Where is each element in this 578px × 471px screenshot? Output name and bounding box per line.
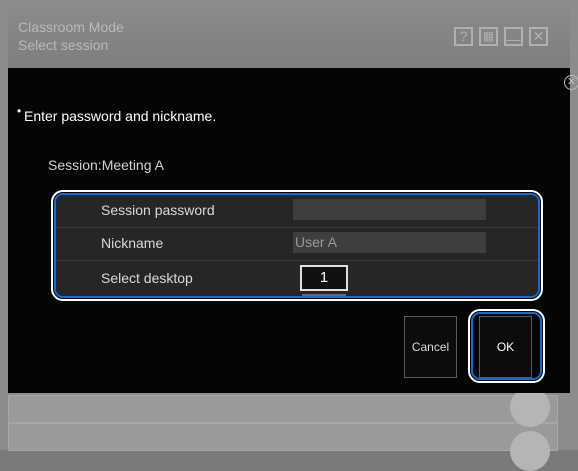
nickname-input[interactable]: User A: [293, 232, 486, 253]
minimize-icon[interactable]: —: [504, 27, 523, 47]
session-label: Session:Meeting A: [48, 157, 164, 173]
desktop-row: Select desktop 1: [56, 261, 538, 296]
cancel-button[interactable]: Cancel: [404, 316, 457, 378]
window-title: Classroom Mode: [18, 19, 124, 35]
instruction-text: • Enter password and nickname.: [17, 104, 217, 124]
password-input[interactable]: [293, 199, 486, 220]
ok-button[interactable]: OK: [479, 316, 532, 378]
session-fields-group: Session password Nickname User A Select …: [51, 190, 543, 301]
desktop-selector-tab: [302, 294, 346, 296]
nickname-label: Nickname: [101, 235, 164, 251]
dialog-close-icon[interactable]: ✕: [564, 75, 578, 90]
background-list: [8, 387, 570, 471]
desktop-label: Select desktop: [101, 270, 193, 286]
nickname-row: Nickname User A: [56, 228, 538, 261]
grid-icon[interactable]: ▦: [479, 27, 498, 46]
background-circle: [510, 431, 550, 471]
window-titlebar: Classroom Mode Select session ? ▦ — ✕: [8, 8, 570, 68]
window-subtitle: Select session: [18, 37, 109, 53]
password-row: Session password: [56, 195, 538, 228]
bullet-icon: •: [17, 104, 22, 118]
background-row: [8, 423, 558, 451]
desktop-selector[interactable]: 1: [300, 265, 348, 291]
background-row: [8, 395, 558, 423]
background-circle: [510, 387, 550, 427]
help-icon[interactable]: ?: [454, 27, 473, 46]
close-window-icon[interactable]: ✕: [529, 27, 548, 46]
instruction-label: Enter password and nickname.: [24, 108, 217, 124]
password-label: Session password: [101, 202, 215, 218]
